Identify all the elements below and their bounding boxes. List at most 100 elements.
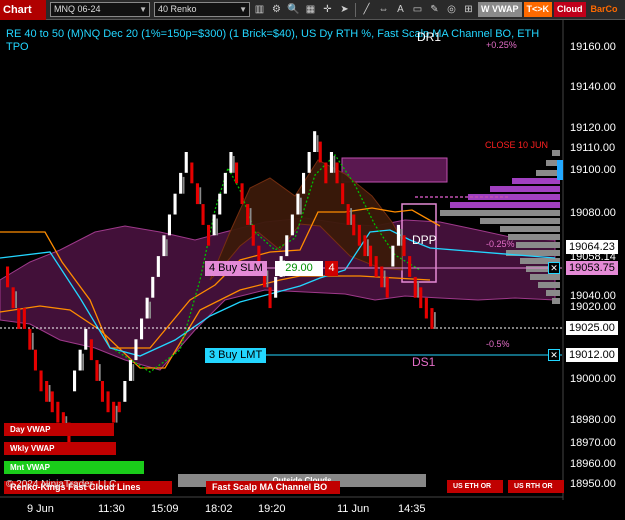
bar-type-selector[interactable]: 40 Renko ▼ [154, 2, 250, 17]
renko-brick [352, 214, 356, 236]
renko-brick [173, 193, 177, 215]
renko-brick [117, 401, 121, 413]
cloud-button[interactable]: Cloud [554, 2, 586, 17]
tpo-bar [508, 234, 560, 240]
renko-brick [274, 276, 278, 298]
data-box-icon[interactable]: ▦ [303, 2, 318, 17]
indicators-icon[interactable]: ⚙ [269, 2, 284, 17]
renko-brick [408, 256, 412, 277]
renko-brick-shadow [199, 187, 202, 205]
pct-minus-05-label: -0.5% [486, 339, 510, 349]
renko-brick-shadow [232, 156, 235, 173]
renko-brick-shadow [132, 364, 135, 381]
tk-button[interactable]: T<>K [523, 2, 553, 17]
time-tick: 14:35 [398, 503, 426, 515]
buy-slm-price-field[interactable]: 29.00 [275, 261, 323, 276]
rectangle-icon[interactable]: ▭ [410, 2, 425, 17]
renko-brick [246, 204, 250, 225]
renko-brick [179, 172, 183, 194]
renko-brick [17, 308, 21, 329]
pointer-icon[interactable]: ➤ [337, 2, 352, 17]
renko-brick [424, 297, 428, 319]
renko-brick [285, 235, 289, 257]
renko-brick [128, 360, 132, 381]
renko-brick [385, 276, 389, 298]
buy-slm-order-label[interactable]: 4 Buy SLM [205, 261, 267, 276]
renko-brick [56, 401, 60, 423]
mnt-vwap-button[interactable]: Mnt VWAP [4, 461, 144, 474]
tpo-bar [516, 242, 560, 248]
renko-brick [290, 214, 294, 236]
w-vwap-button[interactable]: W VWAP [478, 2, 522, 17]
renko-brick [363, 235, 367, 257]
tpo-bar [552, 298, 560, 304]
tpo-bar [490, 186, 560, 192]
instrument-selector[interactable]: MNQ 06-24 ▼ [50, 2, 150, 17]
renko-brick [140, 318, 144, 340]
layout-icon[interactable]: ⊞ [461, 2, 476, 17]
line-tool-icon[interactable]: ╱ [359, 2, 374, 17]
renko-brick [369, 245, 373, 267]
zoom-icon[interactable]: 🔍 [286, 2, 301, 17]
time-tick: 18:02 [205, 503, 233, 515]
renko-brick [195, 183, 199, 205]
renko-brick [380, 266, 384, 288]
renko-brick [374, 256, 378, 277]
renko-brick [318, 141, 322, 163]
close-icon[interactable]: ✕ [548, 262, 560, 274]
text-tool-icon[interactable]: A [393, 2, 408, 17]
renko-brick-shadow [216, 218, 218, 236]
renko-brick [84, 328, 88, 350]
chart-header: RE 40 to 50 (M)NQ Dec 20 (1%=150p=$300) … [6, 28, 566, 54]
time-tick: 11:30 [98, 503, 125, 515]
renko-brick [95, 360, 99, 381]
barco-button[interactable]: BarCo [587, 2, 621, 17]
renko-brick [335, 162, 339, 184]
axis-marker [557, 160, 563, 180]
price-tick: 19160.00 [570, 41, 616, 53]
chart-tpo-label: TPO [6, 41, 29, 53]
fast-scalp-button[interactable]: Fast Scalp MA Channel BO [206, 481, 340, 494]
chart-description: RE 40 to 50 (M)NQ Dec 20 (1%=150p=$300) … [6, 28, 540, 40]
buy-slm-qty-badge[interactable]: 4 [325, 261, 338, 276]
renko-brick [22, 308, 26, 329]
renko-brick [156, 256, 160, 277]
us-rth-or-button[interactable]: US RTH OR [508, 480, 564, 493]
wkly-vwap-button[interactable]: Wkly VWAP [4, 442, 116, 455]
renko-brick [45, 381, 49, 402]
day-vwap-button[interactable]: Day VWAP [4, 423, 114, 436]
renko-brick [391, 245, 395, 267]
renko-brick-shadow [182, 176, 185, 194]
buy-lmt-order-label[interactable]: 3 Buy LMT [205, 348, 267, 363]
camera-icon[interactable]: ◎ [444, 2, 459, 17]
chevron-down-icon: ▼ [239, 5, 247, 14]
ruler-icon[interactable]: ⇔ [376, 2, 391, 17]
price-tick: 19020.00 [570, 301, 616, 313]
renko-brick [218, 193, 222, 215]
renko-brick [396, 224, 400, 246]
renko-brick [357, 224, 361, 246]
renko-brick-shadow [48, 385, 51, 402]
instrument-label: MNQ 06-24 [54, 4, 101, 14]
renko-brick [123, 381, 127, 402]
dr-zone-box [341, 157, 448, 183]
renko-brick [402, 235, 406, 257]
renko-brick-shadow [350, 208, 352, 225]
renko-brick [162, 235, 166, 257]
price-box-level: 19064.23 [566, 240, 618, 254]
renko-brick-shadow [383, 270, 386, 288]
renko-brick-shadow [300, 197, 302, 215]
tpo-bar [450, 202, 560, 208]
tpo-bar [546, 290, 560, 296]
crosshair-icon[interactable]: ✛ [320, 2, 335, 17]
price-tick: 19080.00 [570, 207, 616, 219]
bars-icon[interactable]: ▥ [252, 2, 267, 17]
renko-brick-shadow [98, 364, 101, 381]
renko-brick [419, 287, 423, 309]
close-icon[interactable]: ✕ [548, 349, 560, 361]
renko-brick [307, 152, 311, 173]
us-eth-or-button[interactable]: US ETH OR [447, 480, 503, 493]
renko-brick [240, 183, 244, 205]
draw-icon[interactable]: ✎ [427, 2, 442, 17]
renko-brick [223, 172, 227, 194]
